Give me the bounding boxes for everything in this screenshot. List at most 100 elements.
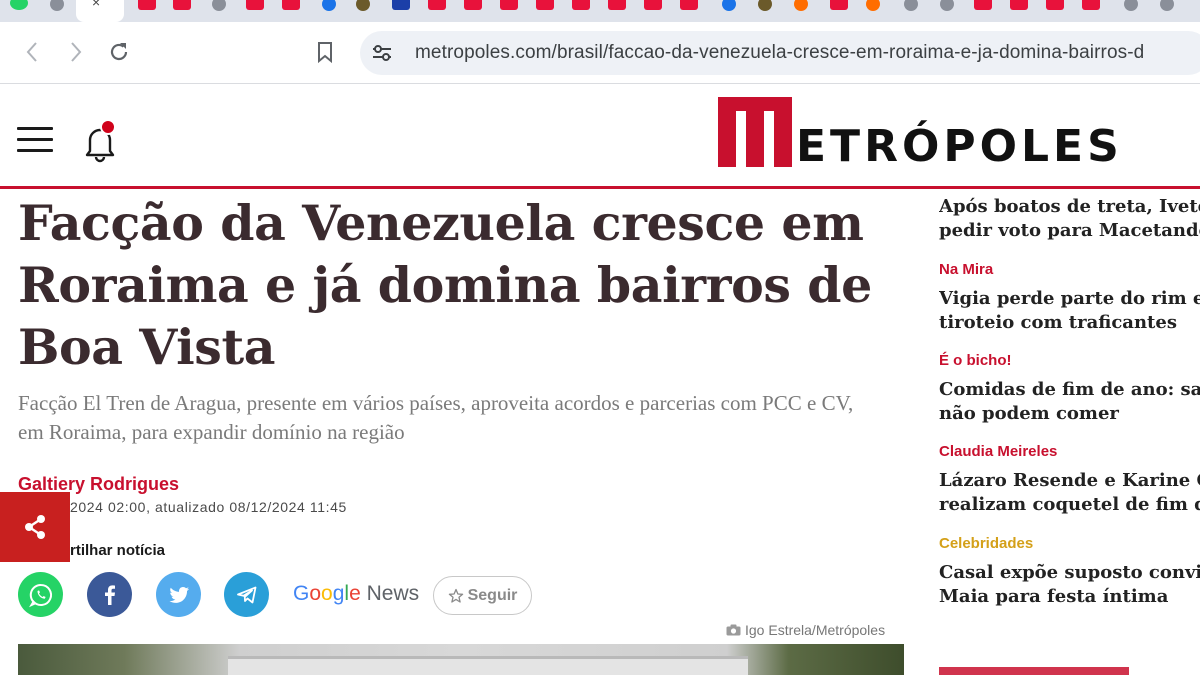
article-main-image bbox=[18, 644, 904, 675]
tab-icon[interactable] bbox=[1046, 0, 1064, 10]
telegram-icon bbox=[236, 586, 256, 603]
tab-icon[interactable] bbox=[500, 0, 518, 10]
tab-icon[interactable] bbox=[758, 0, 772, 11]
tab-icon[interactable] bbox=[173, 0, 191, 10]
whatsapp-share-button[interactable] bbox=[18, 572, 63, 617]
logo-wordmark: ETRÓPOLES bbox=[796, 121, 1123, 172]
tab-icon[interactable] bbox=[794, 0, 808, 11]
bookmark-icon bbox=[318, 42, 332, 64]
sidebar-news-title-line[interactable]: tiroteio com traficantes bbox=[939, 311, 1200, 335]
star-icon bbox=[448, 588, 463, 603]
photo-credit-text: Igo Estrela/Metrópoles bbox=[745, 622, 886, 638]
sidebar-news-item[interactable]: Celebridades Casal expõe suposto convit … bbox=[939, 535, 1200, 609]
tab-icon[interactable] bbox=[392, 0, 410, 10]
tab-icon[interactable] bbox=[138, 0, 156, 10]
whatsapp-icon bbox=[28, 583, 52, 607]
publish-dates: 2024 02:00, atualizado 08/12/2024 11:45 bbox=[70, 499, 347, 515]
follow-label: Seguir bbox=[467, 586, 518, 604]
tab-icon[interactable] bbox=[1160, 0, 1174, 11]
sidebar-news-title-line[interactable]: Comidas de fim de ano: sai bbox=[939, 378, 1200, 402]
sidebar-news-category[interactable]: Celebridades bbox=[939, 535, 1200, 553]
tab-icon[interactable] bbox=[608, 0, 626, 10]
reload-button[interactable] bbox=[103, 36, 135, 68]
facebook-icon bbox=[104, 584, 115, 605]
sidebar-news-item[interactable]: Na Mira Vigia perde parte do rim e d tir… bbox=[939, 261, 1200, 335]
whatsapp-tab-icon[interactable] bbox=[10, 0, 28, 10]
tab-icon[interactable] bbox=[464, 0, 482, 10]
tab-icon[interactable] bbox=[866, 0, 880, 11]
tab-icon[interactable] bbox=[212, 0, 226, 11]
sidebar-news-title-line[interactable]: pedir voto para Macetando bbox=[939, 219, 1200, 243]
chevron-right-icon bbox=[71, 42, 82, 62]
share-label: rtilhar notícia bbox=[70, 542, 166, 559]
camera-icon bbox=[726, 624, 741, 636]
chevron-left-icon bbox=[26, 42, 37, 62]
facebook-share-button[interactable] bbox=[87, 572, 132, 617]
follow-button[interactable]: Seguir bbox=[433, 576, 532, 615]
url-text[interactable]: metropoles.com/brasil/faccao-da-venezuel… bbox=[415, 42, 1144, 64]
share-icon bbox=[25, 515, 45, 539]
metropoles-logo[interactable]: ETRÓPOLES bbox=[718, 97, 1128, 171]
twitter-share-button[interactable] bbox=[156, 572, 201, 617]
article-headline: Facção da Venezuela cresce em Roraima e … bbox=[18, 194, 872, 376]
tab-icon[interactable] bbox=[536, 0, 554, 10]
google-wordmark: Google bbox=[293, 582, 361, 605]
sidebar-next-item-edge bbox=[939, 667, 1200, 675]
article-subtitle: Facção El Tren de Aragua, presente em vá… bbox=[18, 391, 854, 444]
sidebar-news-item[interactable]: É o bicho! Comidas de fim de ano: sai nã… bbox=[939, 352, 1200, 426]
tab-icon[interactable] bbox=[428, 0, 446, 10]
twitter-icon bbox=[169, 586, 189, 603]
tab-icon[interactable] bbox=[50, 0, 64, 11]
menu-icon bbox=[17, 127, 53, 130]
sidebar-news-title-line[interactable]: Após boatos de treta, Ivete bbox=[939, 195, 1200, 219]
tab-icon[interactable] bbox=[830, 0, 848, 10]
tab-icon[interactable] bbox=[1010, 0, 1028, 10]
sidebar-news-title-line[interactable]: Maia para festa íntima bbox=[939, 585, 1200, 609]
menu-icon bbox=[17, 149, 53, 152]
sidebar-latest-news: Após boatos de treta, Ivete pedir voto p… bbox=[939, 193, 1200, 675]
tab-icon[interactable] bbox=[356, 0, 370, 11]
google-news-logo[interactable]: Google News bbox=[293, 582, 419, 606]
forward-button[interactable] bbox=[60, 36, 92, 68]
tab-icon[interactable] bbox=[974, 0, 992, 10]
tab-icon[interactable] bbox=[1124, 0, 1138, 11]
tab-icon[interactable] bbox=[904, 0, 918, 11]
site-header: ETRÓPOLES bbox=[0, 85, 1200, 189]
browser-tab-strip: × bbox=[0, 0, 1200, 22]
sidebar-news-item[interactable]: Claudia Meireles Lázaro Resende e Karine… bbox=[939, 443, 1200, 517]
telegram-share-button[interactable] bbox=[224, 572, 269, 617]
bookmark-button[interactable] bbox=[309, 36, 341, 68]
sidebar-news-title-line[interactable]: Lázaro Resende e Karine Ca bbox=[939, 469, 1200, 493]
sidebar-news-title-line[interactable]: Casal expõe suposto convit bbox=[939, 561, 1200, 585]
sidebar-news-category[interactable]: É o bicho! bbox=[939, 352, 1200, 370]
hamburger-menu-button[interactable] bbox=[17, 127, 53, 153]
image-wall-detail bbox=[228, 656, 748, 675]
back-button[interactable] bbox=[16, 36, 48, 68]
photo-credit: Igo Estrela/Metrópoles bbox=[726, 622, 885, 638]
tab-icon[interactable] bbox=[722, 0, 736, 11]
close-icon[interactable]: × bbox=[92, 0, 100, 10]
sidebar-news-title-line[interactable]: realizam coquetel de fim de bbox=[939, 493, 1200, 517]
tab-icon[interactable] bbox=[680, 0, 698, 10]
sidebar-news-item[interactable]: Após boatos de treta, Ivete pedir voto p… bbox=[939, 195, 1200, 243]
sidebar-news-category[interactable]: Claudia Meireles bbox=[939, 443, 1200, 461]
tab-icon[interactable] bbox=[322, 0, 336, 11]
tab-icon[interactable] bbox=[246, 0, 264, 10]
tab-icon[interactable] bbox=[1082, 0, 1100, 10]
floating-share-button[interactable] bbox=[0, 492, 70, 562]
address-bar[interactable]: metropoles.com/brasil/faccao-da-venezuel… bbox=[360, 31, 1200, 75]
tab-icon[interactable] bbox=[572, 0, 590, 10]
google-news-label: News bbox=[366, 582, 420, 605]
sidebar-news-title-line[interactable]: não podem comer bbox=[939, 402, 1200, 426]
reload-icon bbox=[110, 43, 128, 61]
tab-icon[interactable] bbox=[644, 0, 662, 10]
site-settings-icon[interactable] bbox=[370, 41, 394, 65]
tab-icon[interactable] bbox=[940, 0, 954, 11]
notifications-button[interactable] bbox=[82, 119, 120, 163]
logo-m-mark bbox=[718, 97, 792, 167]
sidebar-news-category[interactable]: Na Mira bbox=[939, 261, 1200, 279]
sidebar-news-title-line[interactable]: Vigia perde parte do rim e d bbox=[939, 287, 1200, 311]
menu-icon bbox=[17, 138, 53, 141]
notification-badge bbox=[100, 119, 116, 135]
tab-icon[interactable] bbox=[282, 0, 300, 10]
